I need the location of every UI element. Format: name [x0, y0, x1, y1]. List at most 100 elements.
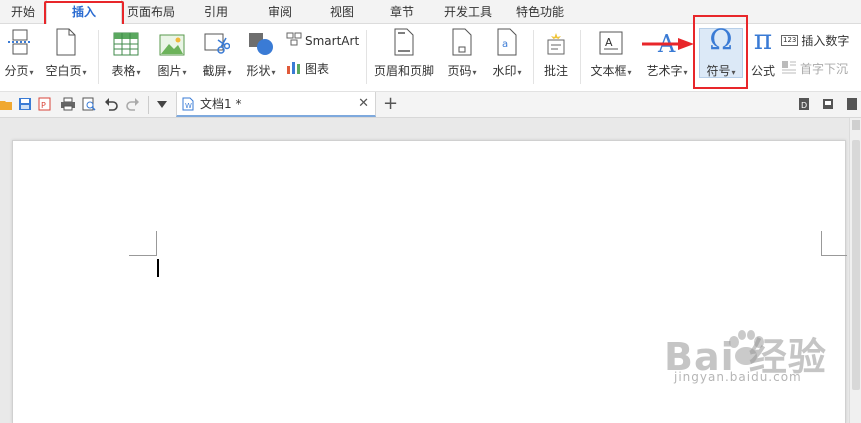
watermark-icon: a: [496, 24, 518, 56]
redo-icon[interactable]: [126, 97, 140, 111]
table-button[interactable]: 表格▾: [104, 24, 148, 79]
chevron-down-icon: ▾: [472, 68, 477, 77]
save-icon[interactable]: [18, 97, 32, 111]
document-tab-title: 文档1 *: [200, 97, 242, 111]
number-icon: 123: [781, 35, 799, 46]
shape-label: 形状: [246, 64, 271, 78]
paw-icon: [729, 330, 764, 365]
margin-mark-top-left-horizontal: [129, 255, 157, 256]
header-footer-button[interactable]: 页眉和页脚: [370, 24, 438, 79]
watermark-url: jingyan.baidu.com: [674, 370, 802, 384]
drop-cap-button[interactable]: 首字下沉: [781, 60, 848, 77]
picture-button[interactable]: 图片▾: [150, 24, 194, 79]
textbox-icon: A: [599, 24, 623, 56]
symbol-button-highlight: [693, 15, 748, 89]
chart-button[interactable]: 图表: [286, 60, 329, 77]
print-preview-icon[interactable]: [82, 97, 96, 111]
vertical-scrollbar[interactable]: [849, 118, 861, 423]
close-icon[interactable]: ✕: [358, 96, 369, 111]
svg-text:a: a: [502, 39, 508, 50]
chevron-down-icon: ▾: [227, 68, 232, 77]
undo-icon[interactable]: [104, 97, 118, 111]
chart-label: 图表: [305, 62, 330, 76]
textbox-button[interactable]: A 文本框▾: [584, 24, 638, 79]
svg-text:W: W: [185, 102, 192, 110]
chevron-down-icon: ▾: [627, 68, 632, 77]
export-pdf-icon[interactable]: P: [38, 97, 52, 111]
drop-cap-label: 首字下沉: [800, 62, 849, 76]
open-folder-icon[interactable]: [0, 97, 12, 111]
ribbon-separator: [98, 30, 99, 84]
insert-number-button[interactable]: 123 插入数字: [781, 32, 849, 49]
chevron-down-icon: ▾: [136, 68, 141, 77]
scissors-icon: [204, 24, 230, 56]
ribbon-separator: [533, 30, 534, 84]
document-icon: W: [182, 97, 194, 110]
svg-text:A: A: [605, 36, 613, 49]
tab-developer[interactable]: 开发工具: [440, 0, 496, 24]
wordart-label: 艺术字: [646, 64, 683, 78]
page-break-icon: [7, 24, 31, 56]
scroll-up-button[interactable]: [852, 120, 860, 130]
tab-insert[interactable]: 插入: [46, 0, 122, 25]
formula-button[interactable]: π 公式: [748, 24, 778, 79]
pi-icon: π: [753, 23, 773, 56]
blank-page-label: 空白页: [45, 64, 82, 78]
watermark-button[interactable]: a 水印▾: [486, 24, 528, 79]
smartart-button[interactable]: SmartArt: [286, 32, 359, 49]
blank-page-icon: [55, 24, 77, 56]
scrollbar-thumb[interactable]: [852, 140, 860, 390]
print-icon[interactable]: [60, 97, 76, 111]
textbox-label: 文本框: [590, 64, 627, 78]
insert-number-label: 插入数字: [801, 34, 850, 48]
dropdown-triangle-icon[interactable]: [157, 101, 167, 109]
blank-page-button[interactable]: 空白页▾: [40, 24, 92, 79]
chevron-down-icon: ▾: [683, 68, 688, 77]
page-break-label: 分页: [4, 64, 29, 78]
margin-mark-top-left: [156, 231, 157, 256]
page-number-label: 页码: [447, 64, 472, 78]
document-tab[interactable]: W 文档1 * ✕: [176, 92, 376, 117]
bar-chart-icon: [286, 60, 302, 77]
tab-page-layout[interactable]: 页面布局: [122, 0, 180, 24]
shape-icon: [248, 24, 274, 56]
comment-button[interactable]: 批注: [537, 24, 575, 79]
add-tab-icon[interactable]: +: [383, 94, 398, 114]
red-arrow-icon: [642, 38, 694, 50]
toolbar-separator: [148, 96, 149, 114]
header-footer-icon: [393, 24, 415, 56]
chevron-down-icon: ▾: [271, 68, 276, 77]
margin-mark-top-right-horizontal: [821, 255, 847, 256]
header-footer-label: 页眉和页脚: [373, 64, 434, 78]
ribbon-separator: [366, 30, 367, 84]
chevron-down-icon: ▾: [182, 68, 187, 77]
picture-label: 图片: [157, 64, 182, 78]
minimize-ribbon-icon[interactable]: [846, 97, 858, 111]
tab-home[interactable]: 开始: [4, 0, 42, 24]
quick-access-toolbar: P W 文档1 * ✕ + D: [0, 92, 861, 118]
svg-text:P: P: [41, 101, 46, 110]
page-break-button[interactable]: 分页▾: [0, 24, 38, 79]
comment-icon: [544, 24, 568, 56]
chevron-down-icon: ▾: [82, 68, 87, 77]
ribbon-separator: [580, 30, 581, 84]
page-number-icon: [451, 24, 473, 56]
screenshot-button[interactable]: 截屏▾: [196, 24, 238, 79]
comment-label: 批注: [543, 64, 568, 78]
picture-icon: [159, 24, 185, 56]
tab-references[interactable]: 引用: [196, 0, 236, 24]
tab-view[interactable]: 视图: [322, 0, 362, 24]
text-cursor: [157, 259, 159, 277]
smartart-label: SmartArt: [305, 33, 360, 48]
restore-view-icon[interactable]: [822, 97, 834, 111]
tab-chapter[interactable]: 章节: [382, 0, 422, 24]
tab-review[interactable]: 审阅: [260, 0, 300, 24]
chevron-down-icon: ▾: [29, 68, 34, 77]
drop-cap-icon: [781, 60, 797, 77]
watermark-label: 水印: [492, 64, 517, 78]
page-number-button[interactable]: 页码▾: [442, 24, 482, 79]
smartart-icon: [286, 32, 302, 49]
document-view-icon[interactable]: D: [798, 97, 810, 111]
shape-button[interactable]: 形状▾: [240, 24, 282, 79]
tab-special-features[interactable]: 特色功能: [510, 0, 570, 24]
